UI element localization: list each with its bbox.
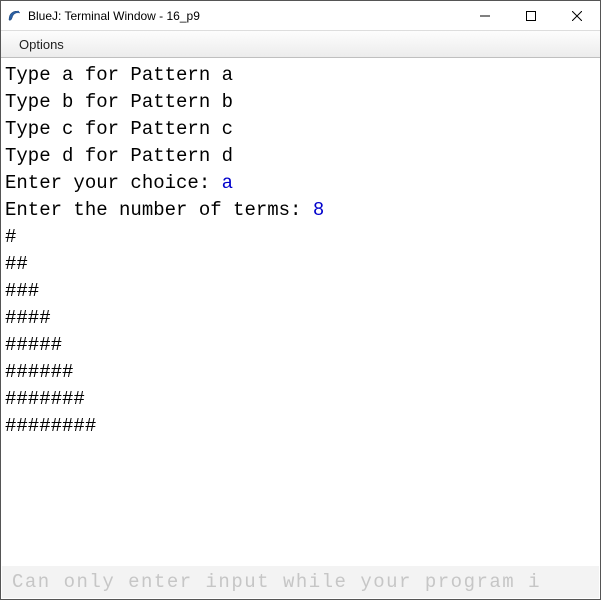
terminal-prompt: Enter your choice:	[5, 172, 222, 194]
terminal-line: ######	[5, 361, 73, 383]
terminal-line: ####	[5, 307, 51, 329]
titlebar[interactable]: BlueJ: Terminal Window - 16_p9	[1, 1, 600, 31]
terminal-prompt: Enter the number of terms:	[5, 199, 313, 221]
maximize-button[interactable]	[508, 1, 554, 30]
window-title: BlueJ: Terminal Window - 16_p9	[28, 9, 462, 23]
terminal-line: #	[5, 226, 16, 248]
terminal-line: ###	[5, 280, 39, 302]
minimize-button[interactable]	[462, 1, 508, 30]
bluej-icon	[7, 8, 23, 24]
terminal-line: Type d for Pattern d	[5, 145, 233, 167]
terminal-line: Type a for Pattern a	[5, 64, 233, 86]
terminal-line: #####	[5, 334, 62, 356]
terminal-line: Type b for Pattern b	[5, 91, 233, 113]
terminal-line: #######	[5, 388, 85, 410]
terminal-output: Type a for Pattern a Type b for Pattern …	[1, 58, 600, 541]
close-button[interactable]	[554, 1, 600, 30]
terminal-line: ##	[5, 253, 28, 275]
menubar: Options	[1, 31, 600, 58]
window-controls	[462, 1, 600, 30]
input-footer[interactable]: Can only enter input while your program …	[2, 566, 599, 598]
terminal-line: ########	[5, 415, 96, 437]
terminal-line: Type c for Pattern c	[5, 118, 233, 140]
menu-options[interactable]: Options	[13, 34, 70, 55]
input-placeholder: Can only enter input while your program …	[12, 571, 541, 593]
user-input-choice: a	[222, 172, 233, 194]
user-input-terms: 8	[313, 199, 324, 221]
